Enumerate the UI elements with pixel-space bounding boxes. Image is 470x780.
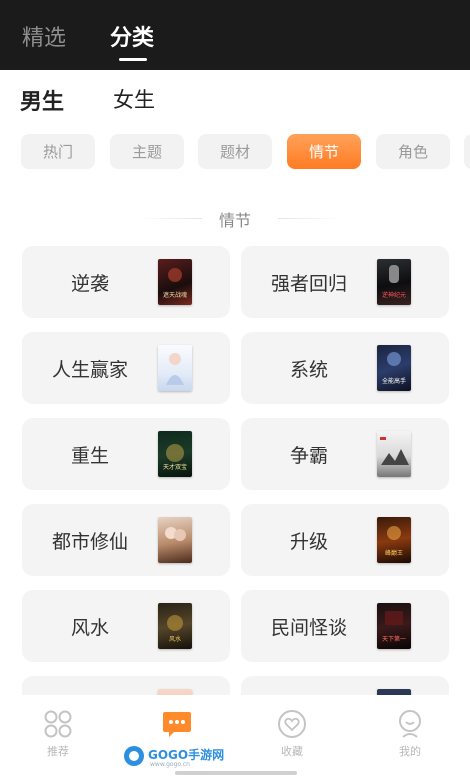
category-label: 人生赢家 <box>51 358 128 381</box>
cover-title: 全能高手 <box>382 377 406 385</box>
category-card[interactable]: 都市修仙 <box>22 504 230 576</box>
watermark-logo-icon <box>124 746 144 766</box>
book-cover: 峰巅王 <box>377 517 411 563</box>
cover-title: 风水 <box>169 635 181 643</box>
nav-favorites-label: 收藏 <box>281 745 303 758</box>
grid-icon <box>44 710 72 738</box>
category-label: 重生 <box>70 444 109 467</box>
category-card[interactable]: 系统 全能高手 <box>241 332 449 404</box>
category-label: 逆袭 <box>70 272 109 295</box>
category-label: 民间怪谈 <box>270 616 347 639</box>
watermark: GOGO手游网 www.gogo.cn <box>122 742 252 770</box>
cover-title: 天才双宝 <box>163 463 187 471</box>
book-cover: 天下第一 <box>377 603 411 649</box>
category-label: 系统 <box>289 358 328 381</box>
category-card[interactable]: 人生赢家 <box>22 332 230 404</box>
nav-category[interactable] <box>146 709 206 743</box>
category-label: 风水 <box>70 616 109 639</box>
nav-favorites[interactable]: 收藏 <box>262 709 322 759</box>
category-label: 强者回归 <box>270 272 347 295</box>
cover-title: 天下第一 <box>382 635 406 643</box>
category-card[interactable]: 重生 天才双宝 <box>22 418 230 490</box>
category-card[interactable]: 逆袭 遮天战魂 <box>22 246 230 318</box>
category-label: 都市修仙 <box>51 530 128 553</box>
home-indicator <box>175 771 297 775</box>
category-card[interactable]: 升级 峰巅王 <box>241 504 449 576</box>
book-cover: 风水 <box>158 603 192 649</box>
category-card[interactable]: 民间怪谈 天下第一 <box>241 590 449 662</box>
book-cover: 全能高手 <box>377 345 411 391</box>
book-cover: 遮天战魂 <box>158 259 192 305</box>
watermark-subtext: www.gogo.cn <box>150 761 190 768</box>
category-grid: 逆袭 遮天战魂 强者回归 逆神纪元 人生赢家 系统 全能高手 重生 天才双宝 争… <box>0 0 470 780</box>
category-label: 争霸 <box>289 444 328 467</box>
profile-icon <box>399 710 421 738</box>
category-card[interactable]: 强者回归 逆神纪元 <box>241 246 449 318</box>
nav-profile-label: 我的 <box>399 745 421 758</box>
category-card[interactable]: 风水 风水 <box>22 590 230 662</box>
category-label: 升级 <box>289 530 328 553</box>
cover-title: 逆神纪元 <box>382 291 406 299</box>
book-cover: 天才双宝 <box>158 431 192 477</box>
category-card[interactable]: 争霸 <box>241 418 449 490</box>
book-cover <box>158 517 192 563</box>
nav-recommend-label: 推荐 <box>47 745 69 758</box>
category-chat-icon <box>163 712 191 737</box>
nav-recommend[interactable]: 推荐 <box>28 709 88 759</box>
book-cover: 逆神纪元 <box>377 259 411 305</box>
heart-icon <box>278 710 306 738</box>
nav-profile[interactable]: 我的 <box>380 709 440 759</box>
book-cover <box>377 431 411 477</box>
cover-title: 遮天战魂 <box>163 291 187 299</box>
cover-title: 峰巅王 <box>385 549 403 557</box>
book-cover <box>158 345 192 391</box>
